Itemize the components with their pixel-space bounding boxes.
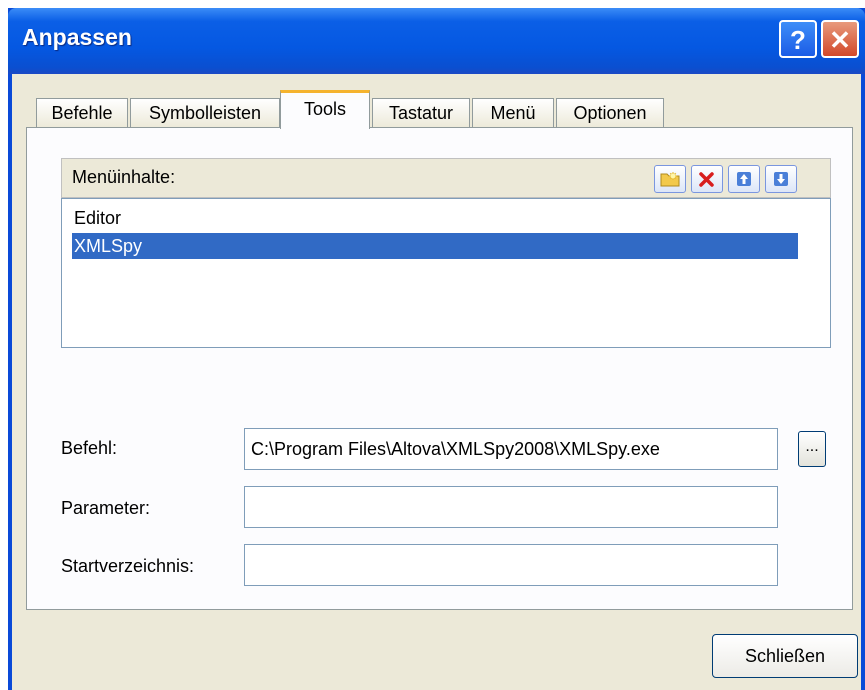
close-window-button[interactable]: ✕ — [821, 20, 859, 58]
browse-button[interactable]: ... — [798, 431, 826, 467]
list-item-xmlspy[interactable]: XMLSpy — [72, 233, 798, 259]
tab-optionen[interactable]: Optionen — [556, 98, 664, 128]
new-folder-icon — [660, 171, 680, 187]
command-label: Befehl: — [61, 438, 118, 458]
delete-icon — [699, 172, 714, 187]
help-icon: ? — [790, 25, 806, 55]
menu-contents-label: Menüinhalte: — [72, 167, 176, 187]
start-directory-field[interactable] — [244, 544, 778, 586]
command-field[interactable]: C:\Program Files\Altova\XMLSpy2008\XMLSp… — [244, 428, 778, 470]
tab-befehle[interactable]: Befehle — [36, 98, 128, 128]
move-down-button[interactable] — [765, 165, 797, 193]
close-icon: ✕ — [829, 25, 851, 55]
help-button[interactable]: ? — [779, 20, 817, 58]
tools-tab-panel: Menüinhalte: Editor XMLSpy Befehl: C:\Pr… — [26, 127, 853, 610]
tab-tools[interactable]: Tools — [280, 90, 370, 129]
new-item-button[interactable] — [654, 165, 686, 193]
window-title: Anpassen — [22, 24, 132, 50]
move-up-icon — [737, 172, 751, 186]
move-down-icon — [774, 172, 788, 186]
dialog-window: Anpassen ? ✕ Befehle Symbolleisten Tools… — [8, 8, 865, 690]
start-directory-label: Startverzeichnis: — [61, 556, 195, 576]
title-bar[interactable]: Anpassen ? ✕ — [8, 8, 865, 74]
tab-tastatur[interactable]: Tastatur — [372, 98, 470, 128]
tab-menu[interactable]: Menü — [472, 98, 554, 128]
tab-symbolleisten[interactable]: Symbolleisten — [130, 98, 280, 128]
parameter-field[interactable] — [244, 486, 778, 528]
list-item-editor[interactable]: Editor — [72, 205, 121, 231]
menu-contents-list[interactable]: Editor XMLSpy — [61, 198, 831, 348]
dialog-client: Befehle Symbolleisten Tools Tastatur Men… — [12, 74, 861, 690]
menu-contents-header: Menüinhalte: — [61, 158, 831, 198]
close-button[interactable]: Schließen — [712, 634, 858, 678]
parameter-label: Parameter: — [61, 498, 151, 518]
delete-item-button[interactable] — [691, 165, 723, 193]
move-up-button[interactable] — [728, 165, 760, 193]
